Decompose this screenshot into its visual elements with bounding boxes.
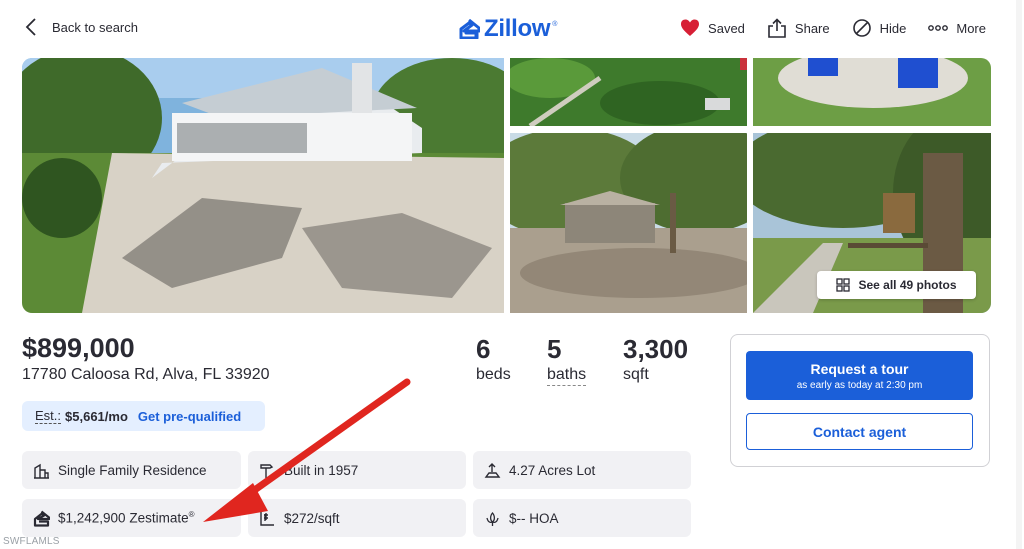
zillow-logo[interactable]: Zillow ® [458,15,557,43]
mls-watermark: SWFLAMLS [3,536,60,547]
fact-lot-size-text: 4.27 Acres Lot [509,462,596,478]
zillow-house-icon [459,19,480,39]
beds-value: 6 [476,334,491,364]
registered-mark: ® [552,20,558,28]
baths-value: 5 [547,334,562,364]
monthly-estimate-banner: Est.: $5,661/mo Get pre-qualified [22,401,265,431]
top-bar: Back to search Zillow ® Saved Share Hide… [0,0,1024,56]
fact-price-per-sqft-text: $272/sqft [284,510,340,526]
logo-text: Zillow [484,15,551,42]
fact-hoa: $-- HOA [473,499,691,537]
screened-shed-image [510,133,747,313]
beds-label: beds [476,366,511,383]
fact-home-type: Single Family Residence [22,451,241,489]
firepit-chairs-image [753,58,991,126]
saved-button[interactable]: Saved [680,18,745,38]
sqft-value: 3,300 [623,334,689,364]
price-per-sqft-icon [260,511,274,526]
building-icon [34,463,49,479]
fact-year-built-text: Built in 1957 [284,462,359,478]
scrollbar[interactable] [1016,0,1022,549]
fact-lot-size: 4.27 Acres Lot [473,451,691,489]
fact-zestimate-text: $1,242,900 Zestimate® [58,510,195,526]
fact-hoa-text: $-- HOA [509,510,559,526]
lot-size-icon [484,462,501,478]
zestimate-value: $1,242,900 Zestimate [58,510,189,526]
listing-actions: Saved Share Hide More [680,18,986,38]
sqft-label: sqft [623,366,649,383]
baths-stat[interactable]: 5 baths [547,334,587,386]
back-label: Back to search [52,19,138,35]
more-button[interactable]: More [928,18,986,38]
saved-label: Saved [708,20,745,36]
photo-firepit[interactable] [753,58,991,126]
zestimate-registered-mark: ® [188,510,195,520]
hide-icon [852,19,871,37]
chevron-left-icon [25,18,36,36]
see-all-photos-button[interactable]: See all 49 photos [817,271,976,299]
request-tour-button[interactable]: Request a tour as early as today at 2:30… [746,351,973,400]
house-exterior-image [22,58,504,313]
hide-button[interactable]: Hide [852,18,907,38]
listing-price: $899,000 [22,333,135,363]
fact-home-type-text: Single Family Residence [58,462,207,478]
estimate-label[interactable]: Est.: [35,408,62,424]
aerial-trees-image [510,58,747,126]
zestimate-icon [33,510,50,527]
share-button[interactable]: Share [767,18,830,38]
fact-price-per-sqft: $272/sqft [248,499,466,537]
grid-icon [836,278,851,292]
contact-agent-button[interactable]: Contact agent [746,413,973,450]
request-tour-subtitle: as early as today at 2:30 pm [796,379,923,391]
see-all-label: See all 49 photos [858,278,957,292]
main-photo[interactable] [22,58,504,313]
photo-aerial[interactable] [510,58,747,126]
back-to-search-link[interactable]: Back to search [24,17,138,37]
sqft-stat: 3,300 sqft [623,334,688,384]
get-pre-qualified-link[interactable]: Get pre-qualified [138,409,241,424]
baths-label[interactable]: baths [547,366,587,386]
more-dots-icon [928,25,949,31]
hoa-icon [486,511,499,526]
photo-shed[interactable] [510,133,747,313]
hammer-icon [260,463,274,478]
heart-icon [681,19,700,36]
beds-stat: 6 beds [476,334,511,384]
estimate-amount: $5,661/mo [65,408,128,424]
share-label: Share [794,20,830,36]
more-label: More [956,20,986,36]
request-tour-title: Request a tour [810,360,909,377]
hide-label: Hide [879,20,907,36]
listing-address: 17780 Caloosa Rd, Alva, FL 33920 [22,366,270,383]
share-icon [768,18,786,38]
fact-zestimate[interactable]: $1,242,900 Zestimate® [22,499,241,537]
fact-year-built: Built in 1957 [248,451,466,489]
